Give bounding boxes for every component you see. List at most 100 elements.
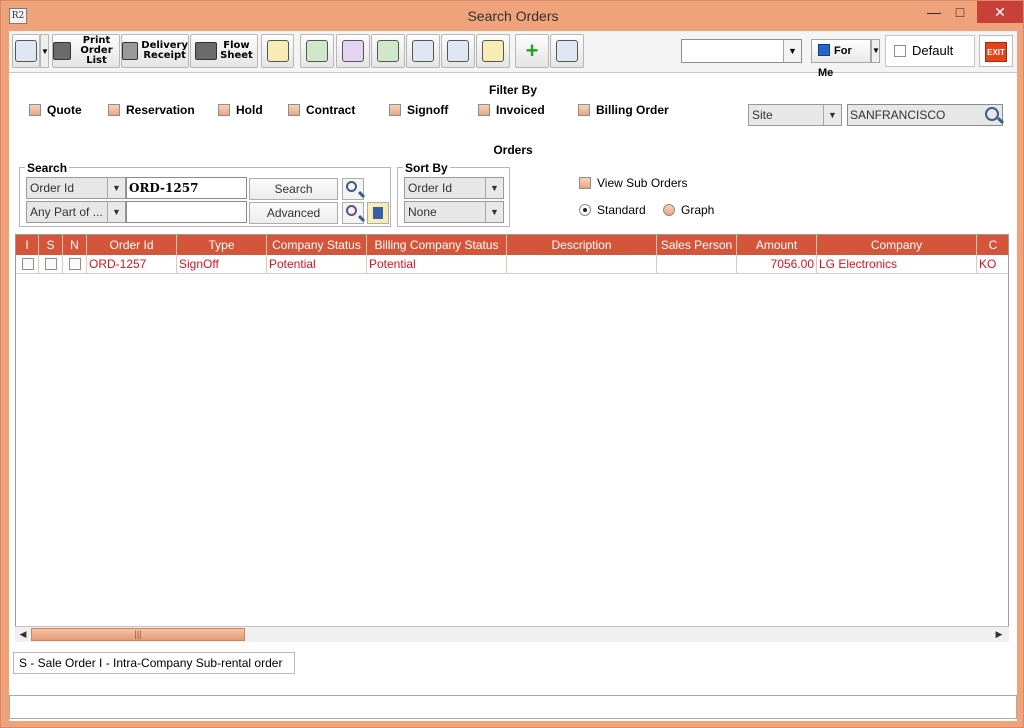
column-header-n[interactable]: N (63, 235, 87, 255)
sort-primary-combo[interactable]: Order Id ▼ (404, 177, 504, 199)
site-value: SANFRANCISCO (850, 108, 946, 122)
checkbox-icon (894, 45, 906, 57)
save-icon (818, 44, 830, 56)
column-header-s[interactable]: S (39, 235, 63, 255)
search-value: ORD-1257 (129, 181, 199, 195)
add-order-button[interactable]: + (515, 34, 549, 68)
scrollbar-thumb[interactable]: ||| (31, 628, 245, 641)
upload-documents-icon (377, 40, 399, 62)
search-value-input[interactable]: ORD-1257 (126, 177, 247, 199)
edit-icon (556, 40, 578, 62)
main-content: ▼ Print Order List Delivery Receipt Flow Sh… (9, 31, 1017, 721)
column-header-type[interactable]: Type (177, 235, 267, 255)
saved-search-button[interactable] (367, 202, 389, 224)
cell-extra[interactable]: KO (977, 255, 1008, 274)
flow-sheet-button[interactable]: Flow Sheet (190, 34, 258, 68)
cell-company[interactable]: LG Electronics (817, 255, 977, 274)
filter-invoiced[interactable]: Invoiced (478, 103, 545, 117)
calendar-button[interactable] (441, 34, 475, 68)
column-header-extra[interactable]: C (977, 235, 1008, 255)
filter-hold[interactable]: Hold (218, 103, 263, 117)
graph-radio[interactable]: Graph (663, 203, 714, 217)
search-second-input[interactable] (126, 201, 247, 223)
standard-radio[interactable]: Standard (579, 203, 646, 217)
site-input[interactable]: SANFRANCISCO (847, 104, 1003, 126)
advanced-search-button[interactable] (342, 202, 364, 224)
default-checkbox[interactable]: Default (885, 35, 975, 67)
site-type-value: Site (752, 108, 773, 122)
column-header-billing-company-status[interactable]: Billing Company Status (367, 235, 507, 255)
site-type-combo[interactable]: Site ▼ (748, 104, 842, 126)
search-field-combo[interactable]: Order Id ▼ (26, 177, 126, 199)
filter-reservation[interactable]: Reservation (108, 103, 195, 117)
filter-quote[interactable]: Quote (29, 103, 82, 117)
horizontal-scrollbar[interactable]: ◀ ||| ▶ (15, 626, 1009, 642)
view-sub-orders-label: View Sub Orders (597, 176, 688, 190)
column-header-i[interactable]: I (16, 235, 39, 255)
cell-description[interactable] (507, 255, 657, 274)
search-match-combo[interactable]: Any Part of ... ▼ (26, 201, 126, 223)
delivery-receipt-button[interactable]: Delivery Receipt (121, 34, 189, 68)
for-me-dropdown-button[interactable]: ▼ (871, 39, 880, 63)
title-bar: R2 Search Orders — □ ✕ (1, 1, 1024, 31)
search-button[interactable]: Search (249, 178, 338, 200)
cell-billing-company-status[interactable]: Potential (367, 255, 507, 274)
advanced-button[interactable]: Advanced (249, 202, 338, 224)
view-sub-orders-checkbox[interactable]: View Sub Orders (579, 176, 688, 190)
edit-order-button[interactable] (550, 34, 584, 68)
saved-search-icon (373, 207, 383, 219)
saved-view-combo[interactable]: ▼ (681, 39, 802, 63)
stacked-documents-icon (342, 40, 364, 62)
column-header-order-id[interactable]: Order Id (87, 235, 177, 255)
filter-billing-order[interactable]: Billing Order (578, 103, 669, 117)
scroll-left-icon[interactable]: ◀ (15, 627, 31, 642)
pick-list-button[interactable] (261, 34, 294, 68)
lock-button[interactable] (476, 34, 510, 68)
find-button[interactable] (342, 178, 364, 200)
column-header-company[interactable]: Company (817, 235, 977, 255)
chevron-down-icon: ▼ (485, 178, 503, 198)
radio-icon (663, 204, 675, 216)
duplicate-button[interactable] (406, 34, 440, 68)
export-orders-button[interactable] (371, 34, 405, 68)
print-order-list-label-2: Order List (80, 45, 113, 66)
cell-company-status[interactable]: Potential (267, 255, 367, 274)
column-header-amount[interactable]: Amount (737, 235, 817, 255)
copy-order-button[interactable] (300, 34, 334, 68)
filter-contract[interactable]: Contract (288, 103, 355, 117)
chevron-down-icon: ▼ (783, 40, 801, 62)
maximize-button[interactable]: □ (945, 1, 975, 23)
column-header-description[interactable]: Description (507, 235, 657, 255)
search-field-value: Order Id (30, 181, 75, 195)
column-header-company-status[interactable]: Company Status (267, 235, 367, 255)
row-i-checkbox[interactable] (16, 255, 39, 274)
row-n-checkbox[interactable] (63, 255, 87, 274)
flow-sheet-icon (195, 42, 218, 60)
print-order-list-button[interactable]: Print Order List (52, 34, 120, 68)
for-me-button[interactable]: For Me (811, 39, 871, 79)
sort-secondary-combo[interactable]: None ▼ (404, 201, 504, 223)
checkbox-icon (218, 104, 230, 116)
filter-reservation-label: Reservation (126, 103, 195, 117)
column-header-sales-person[interactable]: Sales Person (657, 235, 737, 255)
cell-amount[interactable]: 7056.00 (737, 255, 817, 274)
orders-table: I S N Order Id Type Company Status Billi… (15, 234, 1009, 642)
approve-orders-button[interactable] (336, 34, 370, 68)
chevron-down-icon: ▼ (107, 178, 125, 198)
exit-icon: EXIT (985, 42, 1007, 62)
plus-icon: + (525, 38, 539, 63)
search-icon[interactable] (985, 107, 999, 121)
print-button[interactable] (12, 34, 40, 68)
close-button[interactable]: ✕ (977, 1, 1023, 23)
cell-type[interactable]: SignOff (177, 255, 267, 274)
filter-quote-label: Quote (47, 103, 82, 117)
cell-sales-person[interactable] (657, 255, 737, 274)
scroll-right-icon[interactable]: ▶ (991, 627, 1007, 642)
exit-button[interactable]: EXIT (979, 35, 1013, 67)
flow-sheet-label-2: Sheet (220, 50, 253, 61)
filter-signoff[interactable]: Signoff (389, 103, 448, 117)
row-s-checkbox[interactable] (39, 255, 63, 274)
print-dropdown-button[interactable]: ▼ (40, 34, 49, 68)
receipt-printer-icon (122, 42, 139, 60)
cell-order-id[interactable]: ORD-1257 (87, 255, 177, 274)
